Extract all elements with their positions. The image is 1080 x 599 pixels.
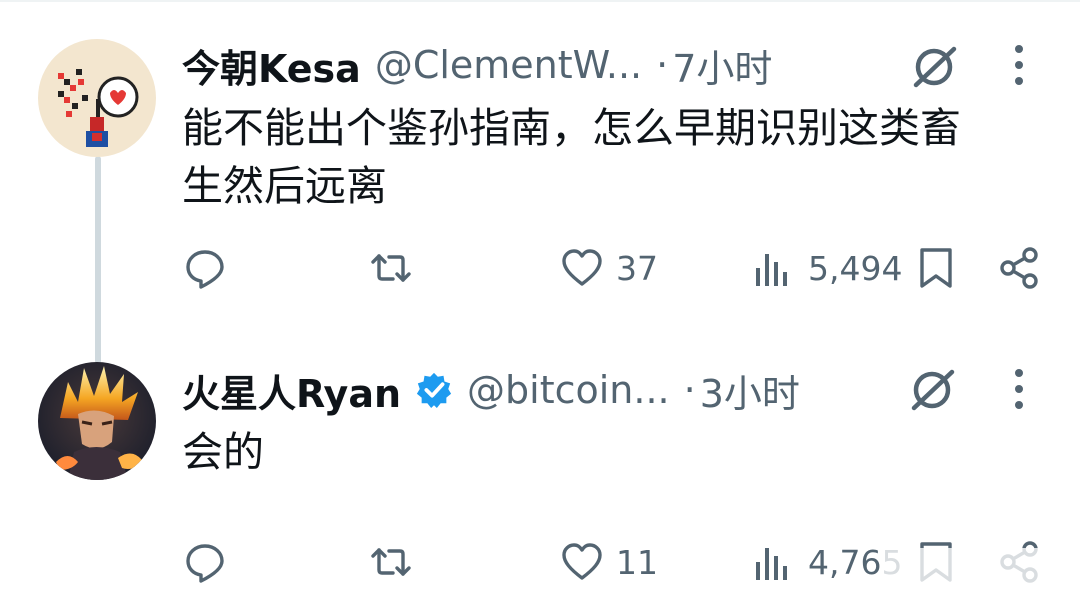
grok-icon[interactable] [908, 41, 960, 93]
views-icon [756, 548, 787, 580]
tweet-text-line: 生然后远离 [182, 162, 387, 210]
bookmark-icon [920, 248, 952, 288]
retweet-button[interactable] [369, 238, 425, 298]
action-bar: 37 5,494 [0, 238, 1080, 298]
tweet-text-line: 会的 [182, 428, 264, 476]
views-button[interactable]: 5,494 [752, 238, 902, 298]
user-handle[interactable]: @ClementW... [375, 43, 642, 87]
avatar[interactable] [38, 362, 156, 480]
tweet-text: 能不能出个鉴孙指南，怎么早期识别这类畜 生然后远离 [182, 99, 1042, 215]
reply-button[interactable] [183, 532, 239, 592]
share-icon [1000, 247, 1038, 289]
grok-icon[interactable] [906, 364, 958, 416]
tweet-header: 火星人Ryan @bitcoin... · 3小时 [182, 363, 800, 418]
anime-character-avatar-image [38, 362, 156, 480]
heart-icon [562, 543, 602, 580]
like-button[interactable]: 37 [560, 238, 658, 298]
tweet-text: 会的 [182, 423, 1042, 481]
bookmark-button[interactable] [914, 238, 958, 298]
like-button[interactable]: 11 [560, 532, 658, 592]
user-handle[interactable]: @bitcoin... [467, 368, 670, 412]
pixel-art-avatar-image [38, 39, 156, 157]
tweet-header: 今朝Kesa @ClementW... · 7小时 [182, 38, 772, 93]
display-name[interactable]: 今朝Kesa [182, 38, 361, 93]
reply-icon [186, 544, 224, 583]
tweet-text-line: 能不能出个鉴孙指南，怎么早期识别这类畜 [182, 104, 961, 152]
reply-button[interactable] [183, 238, 239, 298]
like-count: 11 [616, 542, 658, 582]
tweet[interactable]: 今朝Kesa @ClementW... · 7小时 能不能出个鉴孙指南，怎么早期… [0, 0, 1080, 330]
avatar[interactable] [38, 39, 156, 157]
share-button[interactable] [998, 238, 1042, 298]
reply-icon [186, 250, 224, 289]
separator-dot: · [683, 368, 696, 412]
retweet-icon [371, 548, 411, 576]
retweet-button[interactable] [369, 532, 425, 592]
retweet-icon [371, 254, 411, 282]
separator-dot: · [656, 43, 669, 87]
view-count: 5,494 [808, 248, 903, 288]
more-icon[interactable] [1009, 367, 1029, 411]
heart-icon [562, 249, 602, 286]
display-name[interactable]: 火星人Ryan [182, 363, 401, 418]
timestamp[interactable]: 3小时 [700, 363, 800, 418]
like-count: 37 [616, 248, 658, 288]
views-icon [756, 254, 787, 286]
watermark-overlay [880, 548, 1080, 588]
timestamp[interactable]: 7小时 [672, 38, 772, 93]
verified-badge-icon [416, 372, 452, 409]
more-icon[interactable] [1009, 43, 1029, 87]
